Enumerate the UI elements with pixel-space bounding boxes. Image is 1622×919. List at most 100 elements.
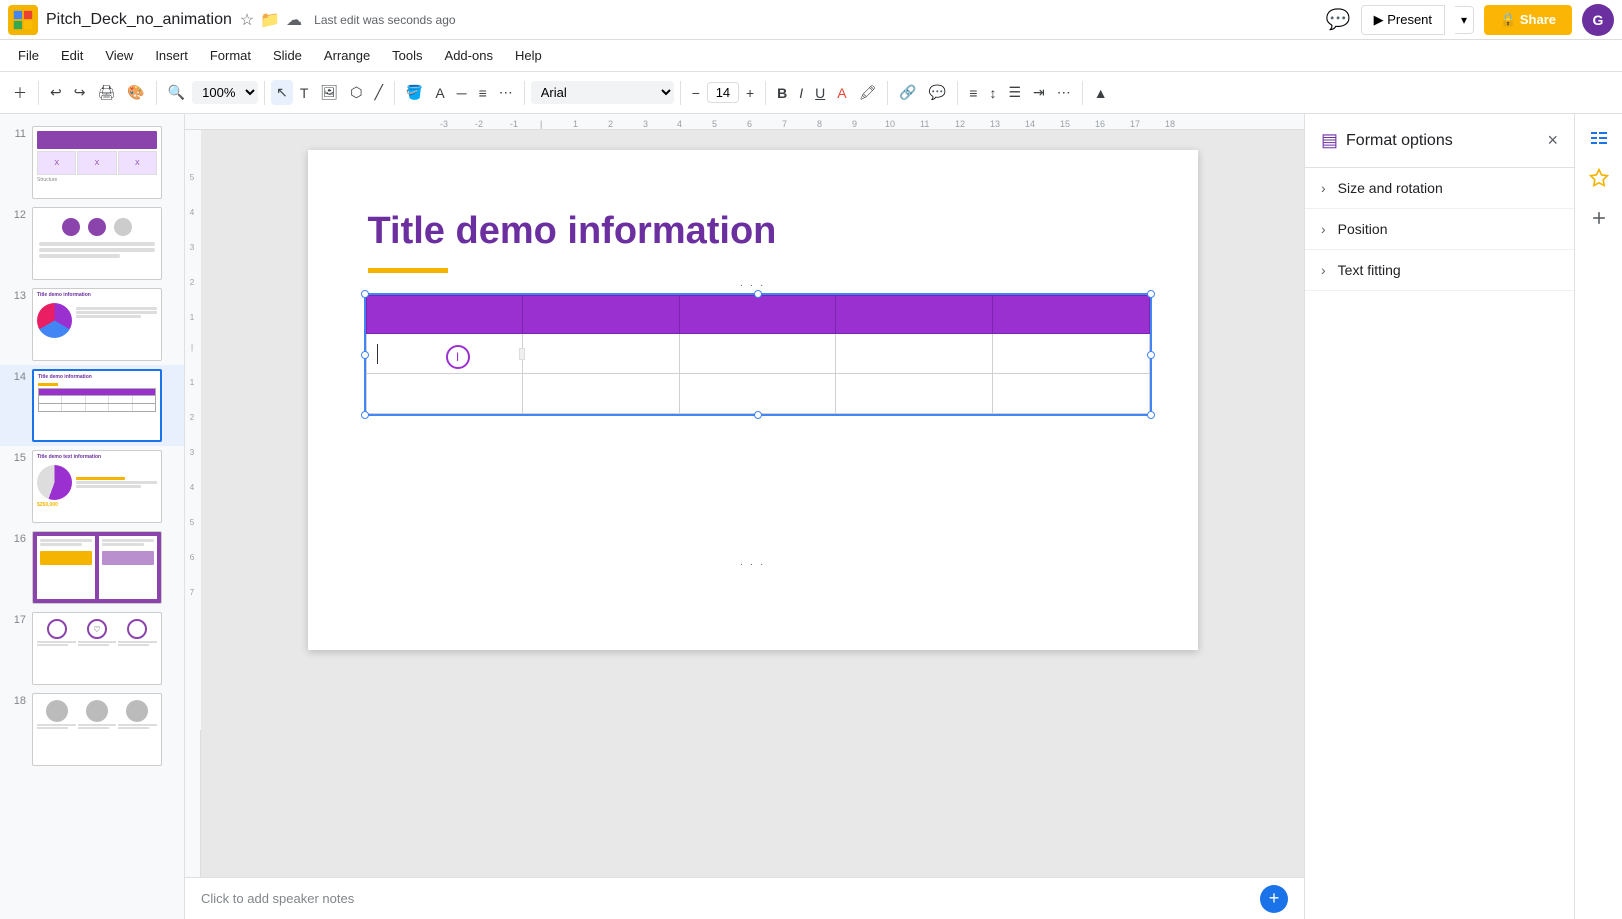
star-icon[interactable]: ☆ bbox=[240, 10, 254, 30]
resize-handle-bottom[interactable] bbox=[754, 411, 762, 419]
text-color-btn2[interactable]: A bbox=[832, 81, 851, 105]
print-button[interactable]: 🖨 bbox=[92, 80, 120, 105]
indent-button[interactable]: ⇥ bbox=[1028, 80, 1050, 105]
line-spacing-button[interactable]: ↕ bbox=[984, 81, 1001, 105]
menu-edit[interactable]: Edit bbox=[51, 44, 93, 67]
zoom-select[interactable]: 100%75%50% bbox=[192, 81, 258, 104]
present-dropdown-button[interactable]: ▾ bbox=[1455, 6, 1474, 34]
insert-comment-button[interactable]: 💬 bbox=[924, 80, 951, 105]
slide-canvas[interactable]: Title demo information · · · bbox=[308, 150, 1198, 650]
slide-thumb-18 bbox=[32, 693, 162, 766]
font-size-increase[interactable]: + bbox=[741, 81, 759, 105]
svg-text:4: 4 bbox=[190, 208, 195, 217]
table-container[interactable]: I bbox=[366, 295, 1150, 414]
slide-number-16: 16 bbox=[8, 531, 26, 545]
shapes-tool[interactable]: ⬡ bbox=[345, 80, 367, 105]
svg-text:1: 1 bbox=[190, 378, 195, 387]
menu-view[interactable]: View bbox=[95, 44, 143, 67]
border-weight-button[interactable]: ≡ bbox=[474, 81, 492, 105]
folder-icon[interactable]: 📁 bbox=[260, 10, 280, 30]
paint-format-button[interactable]: 🎨 bbox=[122, 80, 149, 105]
slide-item-14[interactable]: 14 Title demo information bbox=[0, 365, 184, 446]
font-size-input[interactable] bbox=[707, 82, 739, 103]
menu-tools[interactable]: Tools bbox=[382, 44, 432, 67]
text-color-button[interactable]: A bbox=[430, 81, 449, 105]
cloud-icon[interactable]: ☁ bbox=[286, 10, 302, 30]
redo-button[interactable]: ↪ bbox=[69, 80, 91, 105]
slide-number-12: 12 bbox=[8, 207, 26, 221]
comment-button[interactable]: 💬 bbox=[1326, 7, 1351, 32]
menu-help[interactable]: Help bbox=[505, 44, 552, 67]
slide-number-17: 17 bbox=[8, 612, 26, 626]
more-button[interactable]: ⋯ bbox=[1052, 80, 1076, 105]
font-select[interactable]: ArialTimes New Roman bbox=[531, 81, 674, 104]
slide-item-13[interactable]: 13 Title demo information bbox=[0, 284, 184, 365]
link-button[interactable]: 🔗 bbox=[894, 80, 921, 105]
resize-handle-br[interactable] bbox=[1147, 411, 1155, 419]
explore-button[interactable] bbox=[1583, 162, 1615, 194]
table-row-3[interactable] bbox=[366, 374, 1149, 414]
present-button[interactable]: ▶ Present bbox=[1361, 5, 1445, 35]
svg-text:1: 1 bbox=[573, 119, 578, 129]
bold-button[interactable]: B bbox=[772, 81, 792, 105]
notes-bar[interactable]: Click to add speaker notes + bbox=[185, 877, 1304, 919]
resize-handle-right[interactable] bbox=[1147, 351, 1155, 359]
resize-handle-bl[interactable] bbox=[361, 411, 369, 419]
menu-insert[interactable]: Insert bbox=[145, 44, 198, 67]
notes-placeholder[interactable]: Click to add speaker notes bbox=[201, 891, 354, 906]
slide-item-15[interactable]: 15 Title demo text information $250,000 bbox=[0, 446, 184, 527]
format-section-position[interactable]: › Position bbox=[1305, 209, 1574, 250]
italic-button[interactable]: I bbox=[794, 81, 808, 105]
menu-file[interactable]: File bbox=[8, 44, 49, 67]
format-section-size[interactable]: › Size and rotation bbox=[1305, 168, 1574, 209]
svg-text:15: 15 bbox=[1060, 119, 1070, 129]
resize-handle-tr[interactable] bbox=[1147, 290, 1155, 298]
font-size-decrease[interactable]: − bbox=[687, 81, 705, 105]
menu-arrange[interactable]: Arrange bbox=[314, 44, 380, 67]
slide-item-12[interactable]: 12 bbox=[0, 203, 184, 284]
border-color-button[interactable]: ─ bbox=[452, 81, 472, 105]
fill-color-button[interactable]: 🪣 bbox=[401, 80, 428, 105]
cursor-indicator: I bbox=[446, 345, 470, 369]
add-button[interactable]: ＋ bbox=[8, 79, 32, 107]
align-button[interactable]: ≡ bbox=[964, 81, 982, 105]
svg-text:3: 3 bbox=[190, 243, 195, 252]
undo-button[interactable]: ↩ bbox=[45, 80, 67, 105]
border-dash-button[interactable]: ⋯ bbox=[494, 80, 518, 105]
canvas-scroll[interactable]: Title demo information · · · bbox=[201, 130, 1304, 877]
zoom-fit-button[interactable]: + bbox=[1260, 885, 1288, 913]
image-tool[interactable]: 🖼 bbox=[315, 80, 343, 105]
text-tool[interactable]: T bbox=[295, 81, 314, 105]
avatar[interactable]: G bbox=[1582, 4, 1614, 36]
slide-item-11[interactable]: 11 X X X Structure bbox=[0, 122, 184, 203]
resize-handle-left[interactable] bbox=[361, 351, 369, 359]
collapse-toolbar-button[interactable]: ▲ bbox=[1089, 81, 1113, 105]
slide-table[interactable] bbox=[366, 295, 1150, 414]
list-button[interactable]: ☰ bbox=[1003, 80, 1026, 105]
svg-text:5: 5 bbox=[712, 119, 717, 129]
slide-item-16[interactable]: 16 bbox=[0, 527, 184, 608]
resize-handle-tl[interactable] bbox=[361, 290, 369, 298]
last-edit: Last edit was seconds ago bbox=[314, 13, 455, 27]
slide-item-18[interactable]: 18 bbox=[0, 689, 184, 770]
cursor-tool[interactable]: ↖ bbox=[271, 80, 293, 105]
lines-tool[interactable]: ╱ bbox=[369, 80, 387, 105]
table-row-2[interactable] bbox=[366, 334, 1149, 374]
highlight-button[interactable]: 🖍 bbox=[854, 80, 882, 105]
slide-thumb-12 bbox=[32, 207, 162, 280]
underline-button[interactable]: U bbox=[810, 81, 830, 105]
format-close-button[interactable]: × bbox=[1547, 130, 1558, 151]
format-section-textfit[interactable]: › Text fitting bbox=[1305, 250, 1574, 291]
slide-thumb-17: ♡ bbox=[32, 612, 162, 685]
sidebar-add-button[interactable] bbox=[1583, 202, 1615, 234]
slide-item-17[interactable]: 17 ♡ bbox=[0, 608, 184, 689]
table-dots-top: · · · bbox=[740, 280, 766, 291]
menu-addons[interactable]: Add-ons bbox=[435, 44, 503, 67]
zoom-out-button[interactable]: 🔍 bbox=[163, 80, 190, 105]
share-button[interactable]: 🔒 Share bbox=[1484, 5, 1572, 35]
doc-title[interactable]: Pitch_Deck_no_animation bbox=[46, 11, 232, 29]
menu-format[interactable]: Format bbox=[200, 44, 261, 67]
menu-slide[interactable]: Slide bbox=[263, 44, 312, 67]
resize-handle-top[interactable] bbox=[754, 290, 762, 298]
format-options-panel-button[interactable] bbox=[1583, 122, 1615, 154]
